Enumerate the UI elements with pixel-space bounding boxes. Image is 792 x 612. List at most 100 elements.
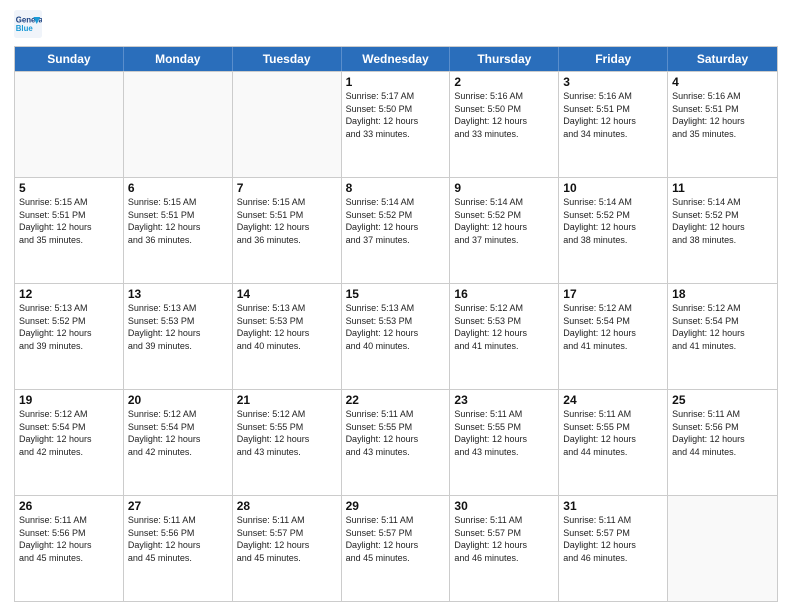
calendar-cell: 31Sunrise: 5:11 AM Sunset: 5:57 PM Dayli… bbox=[559, 496, 668, 601]
cell-day-number: 11 bbox=[672, 181, 773, 195]
cell-info: Sunrise: 5:11 AM Sunset: 5:56 PM Dayligh… bbox=[19, 514, 119, 564]
cell-day-number: 26 bbox=[19, 499, 119, 513]
cell-day-number: 17 bbox=[563, 287, 663, 301]
cell-day-number: 9 bbox=[454, 181, 554, 195]
calendar-cell: 28Sunrise: 5:11 AM Sunset: 5:57 PM Dayli… bbox=[233, 496, 342, 601]
cell-info: Sunrise: 5:14 AM Sunset: 5:52 PM Dayligh… bbox=[454, 196, 554, 246]
cell-day-number: 27 bbox=[128, 499, 228, 513]
cell-info: Sunrise: 5:11 AM Sunset: 5:56 PM Dayligh… bbox=[672, 408, 773, 458]
cell-day-number: 16 bbox=[454, 287, 554, 301]
cell-info: Sunrise: 5:15 AM Sunset: 5:51 PM Dayligh… bbox=[237, 196, 337, 246]
page: General Blue SundayMondayTuesdayWednesda… bbox=[0, 0, 792, 612]
cell-info: Sunrise: 5:11 AM Sunset: 5:57 PM Dayligh… bbox=[563, 514, 663, 564]
cell-day-number: 22 bbox=[346, 393, 446, 407]
calendar-cell: 17Sunrise: 5:12 AM Sunset: 5:54 PM Dayli… bbox=[559, 284, 668, 389]
cell-day-number: 6 bbox=[128, 181, 228, 195]
cell-info: Sunrise: 5:17 AM Sunset: 5:50 PM Dayligh… bbox=[346, 90, 446, 140]
calendar-row: 19Sunrise: 5:12 AM Sunset: 5:54 PM Dayli… bbox=[15, 389, 777, 495]
cell-info: Sunrise: 5:14 AM Sunset: 5:52 PM Dayligh… bbox=[346, 196, 446, 246]
cell-info: Sunrise: 5:11 AM Sunset: 5:56 PM Dayligh… bbox=[128, 514, 228, 564]
logo: General Blue bbox=[14, 10, 46, 38]
cell-day-number: 30 bbox=[454, 499, 554, 513]
cell-info: Sunrise: 5:12 AM Sunset: 5:53 PM Dayligh… bbox=[454, 302, 554, 352]
calendar-cell: 11Sunrise: 5:14 AM Sunset: 5:52 PM Dayli… bbox=[668, 178, 777, 283]
cell-info: Sunrise: 5:12 AM Sunset: 5:54 PM Dayligh… bbox=[19, 408, 119, 458]
cell-info: Sunrise: 5:14 AM Sunset: 5:52 PM Dayligh… bbox=[563, 196, 663, 246]
calendar-cell: 21Sunrise: 5:12 AM Sunset: 5:55 PM Dayli… bbox=[233, 390, 342, 495]
calendar-cell: 30Sunrise: 5:11 AM Sunset: 5:57 PM Dayli… bbox=[450, 496, 559, 601]
calendar-cell: 10Sunrise: 5:14 AM Sunset: 5:52 PM Dayli… bbox=[559, 178, 668, 283]
calendar-cell: 22Sunrise: 5:11 AM Sunset: 5:55 PM Dayli… bbox=[342, 390, 451, 495]
calendar-header-cell: Saturday bbox=[668, 47, 777, 71]
calendar-cell: 15Sunrise: 5:13 AM Sunset: 5:53 PM Dayli… bbox=[342, 284, 451, 389]
cell-info: Sunrise: 5:15 AM Sunset: 5:51 PM Dayligh… bbox=[19, 196, 119, 246]
calendar-cell: 24Sunrise: 5:11 AM Sunset: 5:55 PM Dayli… bbox=[559, 390, 668, 495]
cell-info: Sunrise: 5:11 AM Sunset: 5:57 PM Dayligh… bbox=[454, 514, 554, 564]
cell-info: Sunrise: 5:13 AM Sunset: 5:53 PM Dayligh… bbox=[128, 302, 228, 352]
cell-day-number: 5 bbox=[19, 181, 119, 195]
logo-icon: General Blue bbox=[14, 10, 42, 38]
calendar-cell: 2Sunrise: 5:16 AM Sunset: 5:50 PM Daylig… bbox=[450, 72, 559, 177]
calendar-row: 26Sunrise: 5:11 AM Sunset: 5:56 PM Dayli… bbox=[15, 495, 777, 601]
cell-day-number: 4 bbox=[672, 75, 773, 89]
calendar-cell: 14Sunrise: 5:13 AM Sunset: 5:53 PM Dayli… bbox=[233, 284, 342, 389]
calendar-cell: 1Sunrise: 5:17 AM Sunset: 5:50 PM Daylig… bbox=[342, 72, 451, 177]
cell-day-number: 14 bbox=[237, 287, 337, 301]
cell-info: Sunrise: 5:12 AM Sunset: 5:55 PM Dayligh… bbox=[237, 408, 337, 458]
calendar-body: 1Sunrise: 5:17 AM Sunset: 5:50 PM Daylig… bbox=[15, 71, 777, 601]
calendar-cell: 26Sunrise: 5:11 AM Sunset: 5:56 PM Dayli… bbox=[15, 496, 124, 601]
calendar-cell: 8Sunrise: 5:14 AM Sunset: 5:52 PM Daylig… bbox=[342, 178, 451, 283]
cell-day-number: 8 bbox=[346, 181, 446, 195]
cell-day-number: 31 bbox=[563, 499, 663, 513]
calendar-cell: 20Sunrise: 5:12 AM Sunset: 5:54 PM Dayli… bbox=[124, 390, 233, 495]
cell-day-number: 10 bbox=[563, 181, 663, 195]
cell-info: Sunrise: 5:12 AM Sunset: 5:54 PM Dayligh… bbox=[128, 408, 228, 458]
cell-info: Sunrise: 5:16 AM Sunset: 5:50 PM Dayligh… bbox=[454, 90, 554, 140]
cell-day-number: 1 bbox=[346, 75, 446, 89]
header: General Blue bbox=[14, 10, 778, 38]
cell-info: Sunrise: 5:13 AM Sunset: 5:52 PM Dayligh… bbox=[19, 302, 119, 352]
cell-day-number: 13 bbox=[128, 287, 228, 301]
cell-info: Sunrise: 5:14 AM Sunset: 5:52 PM Dayligh… bbox=[672, 196, 773, 246]
calendar-row: 1Sunrise: 5:17 AM Sunset: 5:50 PM Daylig… bbox=[15, 71, 777, 177]
calendar-cell: 3Sunrise: 5:16 AM Sunset: 5:51 PM Daylig… bbox=[559, 72, 668, 177]
cell-day-number: 25 bbox=[672, 393, 773, 407]
calendar-cell: 9Sunrise: 5:14 AM Sunset: 5:52 PM Daylig… bbox=[450, 178, 559, 283]
calendar-cell: 23Sunrise: 5:11 AM Sunset: 5:55 PM Dayli… bbox=[450, 390, 559, 495]
cell-info: Sunrise: 5:13 AM Sunset: 5:53 PM Dayligh… bbox=[237, 302, 337, 352]
calendar-header-cell: Wednesday bbox=[342, 47, 451, 71]
calendar-cell: 29Sunrise: 5:11 AM Sunset: 5:57 PM Dayli… bbox=[342, 496, 451, 601]
calendar-cell: 19Sunrise: 5:12 AM Sunset: 5:54 PM Dayli… bbox=[15, 390, 124, 495]
calendar: SundayMondayTuesdayWednesdayThursdayFrid… bbox=[14, 46, 778, 602]
cell-day-number: 28 bbox=[237, 499, 337, 513]
calendar-cell: 7Sunrise: 5:15 AM Sunset: 5:51 PM Daylig… bbox=[233, 178, 342, 283]
calendar-cell bbox=[668, 496, 777, 601]
cell-day-number: 20 bbox=[128, 393, 228, 407]
cell-info: Sunrise: 5:16 AM Sunset: 5:51 PM Dayligh… bbox=[563, 90, 663, 140]
cell-day-number: 15 bbox=[346, 287, 446, 301]
calendar-cell: 25Sunrise: 5:11 AM Sunset: 5:56 PM Dayli… bbox=[668, 390, 777, 495]
calendar-cell: 4Sunrise: 5:16 AM Sunset: 5:51 PM Daylig… bbox=[668, 72, 777, 177]
cell-day-number: 24 bbox=[563, 393, 663, 407]
cell-info: Sunrise: 5:13 AM Sunset: 5:53 PM Dayligh… bbox=[346, 302, 446, 352]
calendar-header-cell: Monday bbox=[124, 47, 233, 71]
cell-info: Sunrise: 5:11 AM Sunset: 5:57 PM Dayligh… bbox=[237, 514, 337, 564]
cell-info: Sunrise: 5:16 AM Sunset: 5:51 PM Dayligh… bbox=[672, 90, 773, 140]
cell-day-number: 18 bbox=[672, 287, 773, 301]
calendar-cell: 18Sunrise: 5:12 AM Sunset: 5:54 PM Dayli… bbox=[668, 284, 777, 389]
cell-info: Sunrise: 5:11 AM Sunset: 5:57 PM Dayligh… bbox=[346, 514, 446, 564]
cell-day-number: 29 bbox=[346, 499, 446, 513]
cell-info: Sunrise: 5:12 AM Sunset: 5:54 PM Dayligh… bbox=[563, 302, 663, 352]
calendar-cell: 6Sunrise: 5:15 AM Sunset: 5:51 PM Daylig… bbox=[124, 178, 233, 283]
cell-info: Sunrise: 5:12 AM Sunset: 5:54 PM Dayligh… bbox=[672, 302, 773, 352]
cell-info: Sunrise: 5:11 AM Sunset: 5:55 PM Dayligh… bbox=[454, 408, 554, 458]
cell-info: Sunrise: 5:15 AM Sunset: 5:51 PM Dayligh… bbox=[128, 196, 228, 246]
cell-day-number: 23 bbox=[454, 393, 554, 407]
svg-text:Blue: Blue bbox=[16, 24, 34, 33]
cell-day-number: 2 bbox=[454, 75, 554, 89]
calendar-header-cell: Thursday bbox=[450, 47, 559, 71]
calendar-row: 12Sunrise: 5:13 AM Sunset: 5:52 PM Dayli… bbox=[15, 283, 777, 389]
calendar-cell: 13Sunrise: 5:13 AM Sunset: 5:53 PM Dayli… bbox=[124, 284, 233, 389]
cell-info: Sunrise: 5:11 AM Sunset: 5:55 PM Dayligh… bbox=[346, 408, 446, 458]
calendar-cell: 27Sunrise: 5:11 AM Sunset: 5:56 PM Dayli… bbox=[124, 496, 233, 601]
